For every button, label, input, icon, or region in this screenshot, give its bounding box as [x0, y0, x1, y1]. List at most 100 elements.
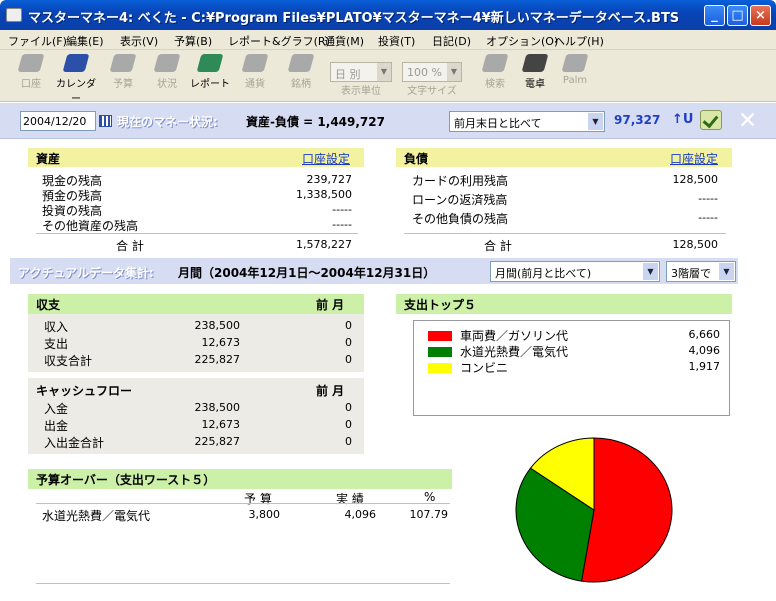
chevron-down-icon: ▼	[447, 63, 461, 81]
period-select[interactable]: 月間(前月と比べて) ▼	[490, 261, 660, 282]
net-worth: 資産-負債 = 1,449,727	[246, 115, 385, 129]
legend-value: 6,660	[688, 328, 721, 341]
liabilities-total: 128,500	[672, 238, 719, 251]
asset-label: その他資産の残高	[42, 219, 139, 233]
minimize-button[interactable]: _	[704, 5, 725, 26]
liabilities-header: 負債 口座設定	[396, 148, 732, 167]
assets-total-label: 合 計	[116, 239, 144, 253]
cashflow-prev: 0	[345, 418, 352, 431]
top5-legend: 車両費／ガソリン代 6,660 水道光熱費／電気代 4,096 コンビニ 1,9…	[413, 320, 730, 416]
legend-label: 車両費／ガソリン代	[460, 329, 569, 343]
close-panel-icon[interactable]: ✕	[738, 108, 757, 134]
unit-label: 表示単位	[341, 86, 381, 97]
level-select[interactable]: 3階層で ▼	[666, 261, 736, 282]
liability-label: カードの利用残高	[412, 174, 509, 188]
expense-pie-chart	[515, 437, 673, 583]
cashflow-col: 前 月	[316, 384, 345, 398]
menu-file[interactable]: ファイル(F)	[8, 33, 67, 49]
legend-swatch	[428, 331, 452, 341]
income-value: 225,827	[194, 353, 241, 366]
liabilities-account-settings-link[interactable]: 口座設定	[670, 150, 718, 167]
chevron-down-icon: ▼	[643, 263, 658, 280]
liability-value: -----	[698, 211, 718, 224]
income-header: 収支 前 月	[28, 294, 364, 314]
toolbar-currency-button[interactable]: 通貨	[238, 54, 272, 90]
assets-account-settings-link[interactable]: 口座設定	[302, 150, 350, 167]
currency-icon	[241, 54, 269, 72]
menu-report[interactable]: レポート&グラフ(R)	[228, 33, 330, 49]
cashflow-label: 入金	[44, 402, 69, 416]
asset-value: -----	[332, 203, 352, 216]
cashflow-label: 出金	[44, 419, 69, 433]
search-icon	[481, 54, 509, 72]
legend-label: 水道光熱費／電気代	[460, 345, 569, 359]
menu-diary[interactable]: 日記(D)	[432, 33, 471, 49]
liability-value: 128,500	[672, 173, 719, 186]
divider	[36, 583, 450, 584]
status-title: 現在のマネー状況:	[117, 115, 218, 129]
legend-label: コンビニ	[460, 361, 509, 375]
liability-label: その他負債の残高	[412, 212, 509, 226]
legend-value: 4,096	[688, 344, 721, 357]
income-value: 12,673	[201, 336, 241, 349]
toolbar-koza-button[interactable]: 口座	[16, 54, 46, 90]
calendar-icon[interactable]	[99, 115, 112, 127]
check-icon[interactable]	[700, 110, 722, 130]
toolbar-budget-button[interactable]: 予算	[106, 54, 140, 90]
maximize-button[interactable]: □	[727, 5, 748, 26]
menu-options[interactable]: オプション(O)	[486, 33, 558, 49]
cashflow-prev: 0	[345, 435, 352, 448]
title-bar: マスターマネー4: べくた - C:¥Program Files¥PLATO¥マ…	[0, 0, 776, 30]
toolbar-calendar-button[interactable]: カレンダー	[56, 54, 96, 105]
menu-edit[interactable]: 編集(E)	[66, 33, 104, 49]
menu-help[interactable]: ヘルプ(H)	[554, 33, 604, 49]
menu-currency[interactable]: 通貨(M)	[324, 33, 364, 49]
menu-budget[interactable]: 予算(B)	[174, 33, 212, 49]
up-arrow-indicator: ↑U	[672, 112, 694, 127]
app-icon	[6, 8, 22, 22]
income-prev: 0	[345, 319, 352, 332]
palm-icon	[561, 54, 589, 72]
income-label: 支出	[44, 337, 69, 351]
asset-value: 1,338,500	[296, 188, 352, 201]
font-size-select[interactable]: 100 % ▼	[402, 62, 462, 82]
top5-header: 支出トップ５	[396, 294, 732, 314]
actual-data-title: アクチュアルデータ集計:	[18, 266, 154, 280]
asset-value: 239,727	[306, 173, 353, 186]
date-field[interactable]: 2004/12/20	[20, 111, 96, 131]
income-prev: 0	[345, 353, 352, 366]
chevron-down-icon: ▼	[377, 63, 391, 81]
actual-col: 実 績	[336, 492, 364, 506]
income-label: 収入	[44, 320, 69, 334]
toolbar-brand-button[interactable]: 銘柄	[284, 54, 318, 90]
divider	[404, 233, 726, 234]
legend-swatch	[428, 347, 452, 357]
budget-over-header: 予算オーバー（支出ワースト５）	[28, 469, 452, 489]
report-icon	[196, 54, 224, 72]
actual-data-band: アクチュアルデータ集計: 月間（2004年12月1日～2004年12月31日） …	[10, 258, 738, 284]
cashflow-label: 入出金合計	[44, 436, 105, 450]
menu-view[interactable]: 表示(V)	[120, 33, 158, 49]
cashflow-title: キャッシュフロー	[36, 384, 133, 398]
divider	[36, 233, 358, 234]
brand-icon	[287, 54, 315, 72]
unit-select[interactable]: 日 別 ▼	[330, 62, 392, 82]
assets-header: 資産 口座設定	[28, 148, 364, 167]
income-label: 収支合計	[44, 354, 93, 368]
cashflow-value: 225,827	[194, 435, 241, 448]
toolbar-report-button[interactable]: レポート	[190, 54, 230, 90]
chevron-down-icon: ▼	[719, 263, 734, 280]
toolbar-palm-button[interactable]: Palm	[558, 54, 592, 86]
compare-select[interactable]: 前月末日と比べて ▼	[449, 111, 605, 132]
asset-value: -----	[332, 218, 352, 231]
cashflow-value: 238,500	[194, 401, 241, 414]
close-button[interactable]: ×	[750, 5, 771, 26]
toolbar-search-button[interactable]: 検索	[478, 54, 512, 90]
pie-slice	[580, 437, 673, 583]
budget-over-budget: 3,800	[248, 508, 281, 521]
menu-invest[interactable]: 投資(T)	[378, 33, 415, 49]
pct-col: %	[424, 490, 436, 504]
toolbar-calculator-button[interactable]: 電卓	[518, 54, 552, 90]
toolbar-status-button[interactable]: 状況	[150, 54, 184, 90]
cashflow-value: 12,673	[201, 418, 241, 431]
